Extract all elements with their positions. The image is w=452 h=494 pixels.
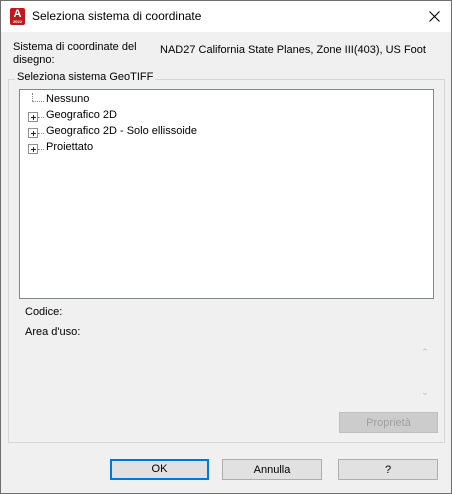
app-icon-sub: 2022: [13, 19, 22, 24]
help-button[interactable]: ?: [338, 459, 438, 480]
tree-item-label: Geografico 2D: [46, 109, 117, 121]
cancel-button[interactable]: Annulla: [222, 459, 322, 480]
tree-connector: [38, 117, 44, 118]
scroll-up-icon[interactable]: ⌃: [416, 345, 434, 359]
expand-plus-icon[interactable]: [28, 112, 38, 122]
area-scrollbar[interactable]: ⌃ ⌄: [416, 345, 434, 401]
tree-item-label: Proiettato: [46, 141, 94, 153]
window-title: Seleziona sistema di coordinate: [32, 9, 202, 23]
properties-button[interactable]: Proprietà: [339, 412, 438, 433]
tree-connector: [38, 133, 44, 134]
title-bar: A 2022 Seleziona sistema di coordinate: [1, 1, 451, 32]
tree-item-label: Geografico 2D - Solo ellissoide: [46, 125, 198, 137]
ok-button[interactable]: OK: [110, 459, 209, 480]
geotiff-group-title: Seleziona sistema GeoTIFF: [15, 71, 156, 83]
close-button[interactable]: [417, 1, 451, 32]
expand-plus-icon[interactable]: [28, 128, 38, 138]
autocad-app-icon: A 2022: [10, 8, 25, 25]
area-of-use-label: Area d'uso:: [25, 326, 81, 338]
tree-connector: [38, 149, 44, 150]
tree-connector: [32, 93, 33, 101]
expand-plus-icon[interactable]: [28, 144, 38, 154]
scroll-down-icon[interactable]: ⌄: [416, 385, 434, 399]
close-icon: [428, 11, 440, 22]
coordinate-system-tree[interactable]: Nessuno Geografico 2D Geografico 2D - So…: [19, 89, 434, 299]
drawing-cs-value: NAD27 California State Planes, Zone III(…: [160, 44, 426, 56]
code-label: Codice:: [25, 306, 63, 318]
tree-item-label: Nessuno: [46, 93, 90, 105]
tree-connector: [32, 101, 44, 102]
dialog-window: A 2022 Seleziona sistema di coordinate S…: [0, 0, 452, 494]
drawing-cs-label: Sistema di coordinate del disegno:: [13, 41, 137, 66]
